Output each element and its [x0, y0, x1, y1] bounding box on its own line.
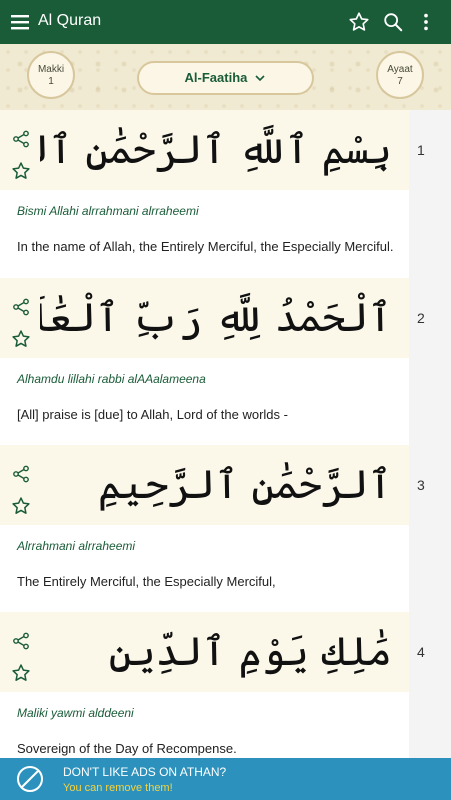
ayaat-label: Ayaat	[387, 64, 413, 75]
ad-subline[interactable]: You can remove them!	[63, 782, 173, 794]
transliteration: Alrrahmani alrraheemi	[17, 539, 136, 553]
ad-headline: DON'T LIKE ADS ON ATHAN?	[63, 765, 227, 779]
star-icon[interactable]	[11, 329, 31, 349]
arabic-text: مَٰلِكِ يَوْمِ ٱلدِّينِ	[108, 629, 392, 675]
ayaat-medal: Ayaat 7	[376, 51, 424, 99]
ayaat-value: 7	[397, 76, 403, 87]
verse-number-column	[409, 445, 451, 613]
revelation-label: Makki	[37, 64, 65, 75]
transliteration: Bismi Allahi alrrahmani alrraheemi	[17, 204, 199, 218]
verse-card: بِسْمِ ٱللَّهِ ٱلرَّحْمَٰنِ ٱلرَّحِيمِ 1…	[0, 110, 451, 279]
share-icon[interactable]	[12, 298, 30, 316]
star-icon[interactable]	[11, 496, 31, 516]
verse-card: مَٰلِكِ يَوْمِ ٱلدِّينِ 4 Maliki yawmi a…	[0, 612, 451, 781]
verse-number-column	[409, 278, 451, 446]
star-icon[interactable]	[11, 161, 31, 181]
verse-number: 1	[417, 142, 425, 158]
verse-number-column	[409, 110, 451, 278]
translation: [All] praise is [due] to Allah, Lord of …	[17, 407, 288, 422]
share-icon[interactable]	[12, 465, 30, 483]
surah-name: Al-Faatiha	[184, 70, 248, 85]
share-icon[interactable]	[12, 632, 30, 650]
revelation-value: 1	[48, 76, 54, 87]
arabic-text: ٱلْحَمْدُ لِلَّهِ رَبِّ ٱلْعَٰلَمِينَ	[40, 295, 392, 341]
translation: In the name of Allah, the Entirely Merci…	[17, 239, 394, 254]
arabic-text: بِسْمِ ٱللَّهِ ٱلرَّحْمَٰنِ ٱلرَّحِيمِ	[40, 127, 392, 173]
star-icon[interactable]	[11, 663, 31, 683]
verse-number: 3	[417, 477, 425, 493]
verse-number: 4	[417, 644, 425, 660]
chevron-down-icon	[255, 74, 266, 81]
search-icon[interactable]	[382, 11, 404, 33]
translation: Sovereign of the Day of Recompense.	[17, 741, 237, 756]
app-bar: Al Quran	[0, 0, 451, 44]
transliteration: Maliki yawmi alddeeni	[17, 706, 134, 720]
no-ads-icon	[17, 766, 43, 792]
more-vert-icon[interactable]	[415, 11, 437, 33]
translation: The Entirely Merciful, the Especially Me…	[17, 574, 276, 589]
app-title: Al Quran	[38, 12, 102, 29]
surah-selector[interactable]: Al-Faatiha	[137, 61, 314, 95]
verse-card: ٱلْحَمْدُ لِلَّهِ رَبِّ ٱلْعَٰلَمِينَ 2 …	[0, 278, 451, 447]
arabic-text: ٱلرَّحْمَٰنِ ٱلرَّحِيمِ	[98, 462, 392, 508]
verse-number: 2	[417, 310, 425, 326]
ad-banner[interactable]: DON'T LIKE ADS ON ATHAN? You can remove …	[0, 758, 451, 800]
share-icon[interactable]	[12, 130, 30, 148]
verse-number-column	[409, 612, 451, 780]
verse-card: ٱلرَّحْمَٰنِ ٱلرَّحِيمِ 3 Alrrahmani alr…	[0, 445, 451, 614]
star-icon[interactable]	[348, 11, 370, 33]
menu-icon[interactable]	[11, 13, 29, 31]
revelation-medal: Makki 1	[27, 51, 75, 99]
surah-header: Makki 1 Al-Faatiha Ayaat 7	[0, 44, 451, 111]
transliteration: Alhamdu lillahi rabbi alAAalameena	[17, 372, 206, 386]
